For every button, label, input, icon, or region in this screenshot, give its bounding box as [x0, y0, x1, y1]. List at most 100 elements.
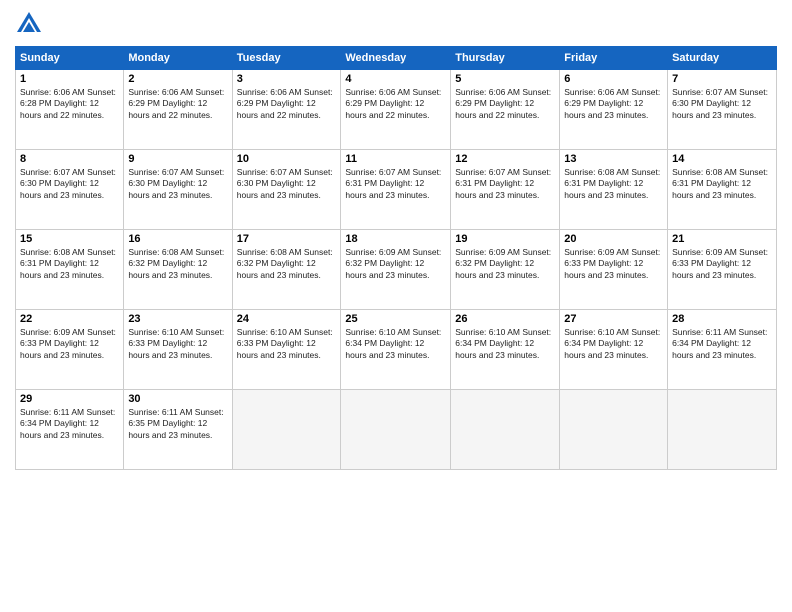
day-info: Sunrise: 6:07 AM Sunset: 6:31 PM Dayligh…: [345, 167, 446, 201]
calendar-cell: 1Sunrise: 6:06 AM Sunset: 6:28 PM Daylig…: [16, 70, 124, 150]
calendar-cell: 22 Sunrise: 6:09 AM Sunset: 6:33 PM Dayli…: [16, 310, 124, 390]
day-number: 1: [20, 73, 119, 85]
calendar-cell: 29Sunrise: 6:11 AM Sunset: 6:34 PM Dayli…: [16, 390, 124, 470]
calendar-cell: 17Sunrise: 6:08 AM Sunset: 6:32 PM Dayli…: [232, 230, 341, 310]
calendar-cell: [232, 390, 341, 470]
calendar-cell: 28 Sunrise: 6:11 AM Sunset: 6:34 PM Dayli…: [668, 310, 777, 390]
col-friday: Friday: [560, 47, 668, 70]
day-number: 13: [564, 153, 663, 165]
day-info: Sunrise: 6:09 AM Sunset: 6:32 PM Dayligh…: [345, 247, 446, 281]
day-info: Sunrise: 6:07 AM Sunset: 6:30 PM Dayligh…: [128, 167, 227, 201]
calendar-cell: 19 Sunrise: 6:09 AM Sunset: 6:32 PM Dayli…: [451, 230, 560, 310]
day-info: Sunrise: 6:11 AM Sunset: 6:34 PM Dayligh…: [672, 327, 772, 361]
calendar-cell: 2Sunrise: 6:06 AM Sunset: 6:29 PM Daylig…: [124, 70, 232, 150]
day-info: Sunrise: 6:11 AM Sunset: 6:34 PM Dayligh…: [20, 407, 119, 441]
logo-icon: [15, 10, 43, 38]
day-info: Sunrise: 6:08 AM Sunset: 6:31 PM Dayligh…: [564, 167, 663, 201]
day-number: 30: [128, 393, 227, 405]
calendar-cell: 21 Sunrise: 6:09 AM Sunset: 6:33 PM Dayli…: [668, 230, 777, 310]
col-tuesday: Tuesday: [232, 47, 341, 70]
day-number: 28: [672, 313, 772, 325]
calendar-body: 1Sunrise: 6:06 AM Sunset: 6:28 PM Daylig…: [16, 70, 777, 470]
day-info: Sunrise: 6:07 AM Sunset: 6:30 PM Dayligh…: [20, 167, 119, 201]
day-number: 19: [455, 233, 555, 245]
day-number: 4: [345, 73, 446, 85]
day-number: 5: [455, 73, 555, 85]
day-number: 21: [672, 233, 772, 245]
day-info: Sunrise: 6:06 AM Sunset: 6:29 PM Dayligh…: [455, 87, 555, 121]
calendar-cell: [560, 390, 668, 470]
day-info: Sunrise: 6:06 AM Sunset: 6:29 PM Dayligh…: [345, 87, 446, 121]
day-number: 16: [128, 233, 227, 245]
calendar-week-5: 29Sunrise: 6:11 AM Sunset: 6:34 PM Dayli…: [16, 390, 777, 470]
calendar-cell: 24Sunrise: 6:10 AM Sunset: 6:33 PM Dayli…: [232, 310, 341, 390]
day-info: Sunrise: 6:08 AM Sunset: 6:31 PM Dayligh…: [672, 167, 772, 201]
day-info: Sunrise: 6:06 AM Sunset: 6:29 PM Dayligh…: [564, 87, 663, 121]
calendar-cell: 15 Sunrise: 6:08 AM Sunset: 6:31 PM Dayli…: [16, 230, 124, 310]
day-info: Sunrise: 6:08 AM Sunset: 6:32 PM Dayligh…: [128, 247, 227, 281]
calendar-table: Sunday Monday Tuesday Wednesday Thursday…: [15, 46, 777, 470]
day-number: 8: [20, 153, 119, 165]
day-info: Sunrise: 6:11 AM Sunset: 6:35 PM Dayligh…: [128, 407, 227, 441]
day-info: Sunrise: 6:09 AM Sunset: 6:33 PM Dayligh…: [20, 327, 119, 361]
day-info: Sunrise: 6:09 AM Sunset: 6:32 PM Dayligh…: [455, 247, 555, 281]
day-number: 23: [128, 313, 227, 325]
day-info: Sunrise: 6:10 AM Sunset: 6:34 PM Dayligh…: [455, 327, 555, 361]
day-number: 12: [455, 153, 555, 165]
day-number: 22: [20, 313, 119, 325]
day-number: 15: [20, 233, 119, 245]
calendar-cell: 7 Sunrise: 6:07 AM Sunset: 6:30 PM Daylig…: [668, 70, 777, 150]
logo: [15, 10, 47, 38]
calendar-cell: 11 Sunrise: 6:07 AM Sunset: 6:31 PM Dayli…: [341, 150, 451, 230]
day-number: 26: [455, 313, 555, 325]
col-monday: Monday: [124, 47, 232, 70]
calendar-cell: 20 Sunrise: 6:09 AM Sunset: 6:33 PM Dayli…: [560, 230, 668, 310]
calendar-cell: 12Sunrise: 6:07 AM Sunset: 6:31 PM Dayli…: [451, 150, 560, 230]
day-number: 14: [672, 153, 772, 165]
calendar-week-1: 1Sunrise: 6:06 AM Sunset: 6:28 PM Daylig…: [16, 70, 777, 150]
day-info: Sunrise: 6:10 AM Sunset: 6:33 PM Dayligh…: [128, 327, 227, 361]
calendar-week-4: 22 Sunrise: 6:09 AM Sunset: 6:33 PM Dayli…: [16, 310, 777, 390]
calendar-cell: 23 Sunrise: 6:10 AM Sunset: 6:33 PM Dayli…: [124, 310, 232, 390]
calendar-cell: 3Sunrise: 6:06 AM Sunset: 6:29 PM Daylig…: [232, 70, 341, 150]
day-info: Sunrise: 6:08 AM Sunset: 6:31 PM Dayligh…: [20, 247, 119, 281]
day-number: 11: [345, 153, 446, 165]
col-thursday: Thursday: [451, 47, 560, 70]
calendar-cell: 26 Sunrise: 6:10 AM Sunset: 6:34 PM Dayli…: [451, 310, 560, 390]
calendar-cell: [451, 390, 560, 470]
page: Sunday Monday Tuesday Wednesday Thursday…: [0, 0, 792, 612]
calendar-cell: [668, 390, 777, 470]
calendar-week-2: 8 Sunrise: 6:07 AM Sunset: 6:30 PM Daylig…: [16, 150, 777, 230]
calendar-cell: 13 Sunrise: 6:08 AM Sunset: 6:31 PM Dayli…: [560, 150, 668, 230]
day-number: 2: [128, 73, 227, 85]
calendar-cell: 27Sunrise: 6:10 AM Sunset: 6:34 PM Dayli…: [560, 310, 668, 390]
calendar-cell: 9Sunrise: 6:07 AM Sunset: 6:30 PM Daylig…: [124, 150, 232, 230]
day-info: Sunrise: 6:07 AM Sunset: 6:30 PM Dayligh…: [237, 167, 337, 201]
col-wednesday: Wednesday: [341, 47, 451, 70]
calendar-header: Sunday Monday Tuesday Wednesday Thursday…: [16, 47, 777, 70]
day-number: 20: [564, 233, 663, 245]
day-number: 25: [345, 313, 446, 325]
calendar-cell: 18 Sunrise: 6:09 AM Sunset: 6:32 PM Dayli…: [341, 230, 451, 310]
day-number: 6: [564, 73, 663, 85]
calendar-cell: 4 Sunrise: 6:06 AM Sunset: 6:29 PM Daylig…: [341, 70, 451, 150]
calendar-cell: 8 Sunrise: 6:07 AM Sunset: 6:30 PM Daylig…: [16, 150, 124, 230]
day-number: 7: [672, 73, 772, 85]
day-number: 17: [237, 233, 337, 245]
calendar-cell: 14 Sunrise: 6:08 AM Sunset: 6:31 PM Dayli…: [668, 150, 777, 230]
calendar-cell: 25 Sunrise: 6:10 AM Sunset: 6:34 PM Dayli…: [341, 310, 451, 390]
calendar-cell: 5 Sunrise: 6:06 AM Sunset: 6:29 PM Daylig…: [451, 70, 560, 150]
day-number: 18: [345, 233, 446, 245]
day-info: Sunrise: 6:09 AM Sunset: 6:33 PM Dayligh…: [672, 247, 772, 281]
day-number: 24: [237, 313, 337, 325]
calendar-cell: 30 Sunrise: 6:11 AM Sunset: 6:35 PM Dayli…: [124, 390, 232, 470]
col-sunday: Sunday: [16, 47, 124, 70]
calendar-cell: 10 Sunrise: 6:07 AM Sunset: 6:30 PM Dayli…: [232, 150, 341, 230]
day-info: Sunrise: 6:07 AM Sunset: 6:30 PM Dayligh…: [672, 87, 772, 121]
day-number: 10: [237, 153, 337, 165]
day-info: Sunrise: 6:10 AM Sunset: 6:34 PM Dayligh…: [345, 327, 446, 361]
day-info: Sunrise: 6:06 AM Sunset: 6:29 PM Dayligh…: [237, 87, 337, 121]
calendar-cell: 16 Sunrise: 6:08 AM Sunset: 6:32 PM Dayli…: [124, 230, 232, 310]
day-info: Sunrise: 6:09 AM Sunset: 6:33 PM Dayligh…: [564, 247, 663, 281]
header: [15, 10, 777, 38]
